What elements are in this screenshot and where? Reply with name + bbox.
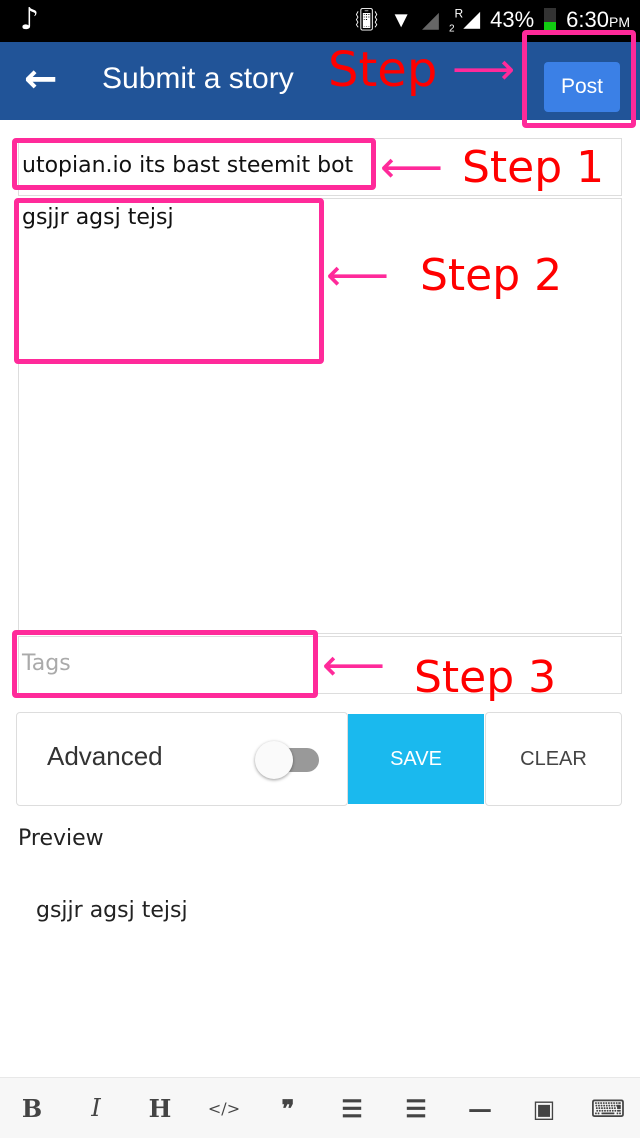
signal-icon: ◢ <box>422 7 439 33</box>
annotation-arrow-3: ⟵ <box>322 640 386 691</box>
battery-icon <box>544 8 557 33</box>
roaming: R <box>454 6 464 21</box>
markdown-toolbar: B I H </> ❞ ☰ ☰ — ▣ ⌨ <box>0 1077 640 1138</box>
page-title: Submit a story <box>102 62 294 95</box>
annotation-step-1: Step 1 <box>462 142 605 193</box>
italic-icon[interactable]: I <box>76 1094 116 1122</box>
horizontal-rule-icon[interactable]: — <box>460 1094 500 1123</box>
music-icon: ♪ <box>20 2 40 37</box>
bold-icon[interactable]: B <box>12 1094 52 1123</box>
advanced-label: Advanced <box>47 741 163 771</box>
clock-ampm: PM <box>609 14 630 31</box>
sim-slot: 2 <box>448 23 455 35</box>
clear-button[interactable]: CLEAR <box>485 712 622 806</box>
annotation-step: Step <box>328 42 438 98</box>
signal-roaming-icon: 2R◢ <box>448 6 481 35</box>
code-icon[interactable]: </> <box>204 1099 244 1118</box>
preview-text: gsjjr agsj tejsj <box>36 898 188 923</box>
annotation-box-title <box>12 138 376 190</box>
annotation-step-3: Step 3 <box>414 652 557 703</box>
advanced-toggle-knob[interactable] <box>255 741 293 779</box>
heading-icon[interactable]: H <box>140 1094 180 1123</box>
annotation-arrow-1: ⟵ <box>380 142 444 193</box>
wifi-icon: ▼ <box>390 7 413 33</box>
annotation-arrow-2: ⟵ <box>326 250 390 301</box>
vibrate-icon: 📳︎ <box>352 7 381 33</box>
clock: 6:30 <box>566 7 609 33</box>
annotation-arrow-post: ⟶ <box>452 44 516 95</box>
save-button[interactable]: SAVE <box>348 714 484 804</box>
annotation-box-tags <box>12 630 318 698</box>
back-arrow-icon[interactable]: ← <box>24 56 58 102</box>
quote-icon[interactable]: ❞ <box>268 1094 308 1123</box>
annotation-step-2: Step 2 <box>420 250 563 301</box>
unordered-list-icon[interactable]: ☰ <box>396 1094 436 1123</box>
advanced-toggle-row[interactable]: Advanced <box>16 712 348 806</box>
annotation-box-post <box>522 30 636 128</box>
image-icon[interactable]: ▣ <box>524 1094 564 1123</box>
preview-heading: Preview <box>18 826 104 851</box>
ordered-list-icon[interactable]: ☰ <box>332 1094 372 1123</box>
annotation-box-body <box>14 198 324 364</box>
keyboard-icon[interactable]: ⌨ <box>588 1094 628 1123</box>
